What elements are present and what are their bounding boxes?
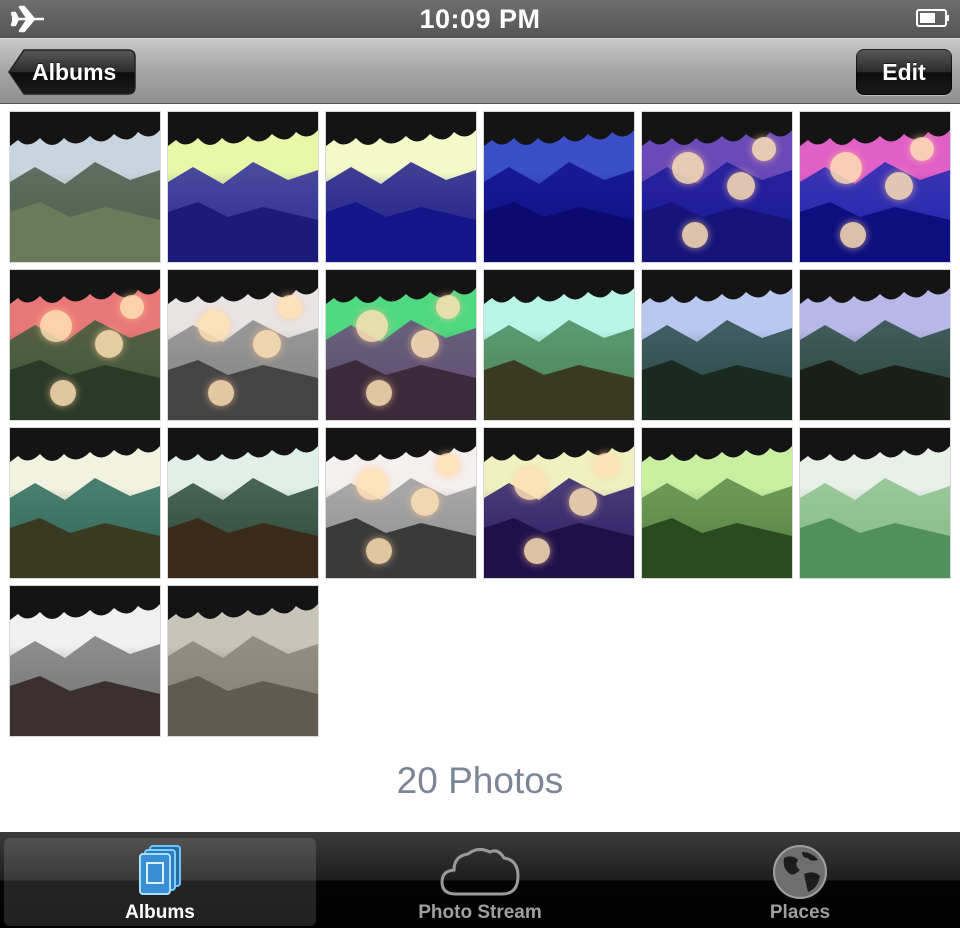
airplane-icon: [10, 5, 44, 33]
photo-thumbnail[interactable]: [168, 428, 318, 578]
battery-icon: [916, 9, 949, 27]
photo-thumbnail[interactable]: [484, 112, 634, 262]
photo-thumbnail[interactable]: [800, 270, 950, 420]
bokeh-light: [253, 330, 281, 358]
bokeh-light: [120, 295, 144, 319]
globe-icon: [773, 845, 827, 899]
tab-places[interactable]: Places: [644, 838, 956, 926]
bokeh-light: [436, 295, 460, 319]
bokeh-light: [727, 172, 755, 200]
bokeh-light: [198, 310, 230, 342]
tab-albums[interactable]: Albums: [4, 838, 316, 926]
photo-thumbnail[interactable]: [168, 270, 318, 420]
bokeh-light: [885, 172, 913, 200]
bokeh-light: [594, 453, 618, 477]
bokeh-light: [50, 380, 76, 406]
bokeh-light: [208, 380, 234, 406]
albums-icon: [139, 845, 181, 895]
photo-thumbnail[interactable]: [642, 270, 792, 420]
back-button-label: Albums: [32, 59, 117, 85]
bokeh-light: [524, 538, 550, 564]
bokeh-light: [411, 330, 439, 358]
bokeh-light: [569, 488, 597, 516]
photo-thumbnail[interactable]: [484, 428, 634, 578]
bokeh-light: [840, 222, 866, 248]
photo-thumbnail[interactable]: [484, 270, 634, 420]
photo-thumbnail[interactable]: [326, 428, 476, 578]
bokeh-light: [356, 468, 388, 500]
photo-thumbnail[interactable]: [800, 112, 950, 262]
bokeh-light: [40, 310, 72, 342]
bokeh-light: [411, 488, 439, 516]
photo-thumbnail[interactable]: [10, 270, 160, 420]
bokeh-light: [830, 152, 862, 184]
bokeh-light: [366, 538, 392, 564]
albums-back-button[interactable]: Albums: [8, 49, 136, 95]
navigation-bar: Albums Edit: [0, 38, 960, 104]
status-time: 10:09 PM: [419, 3, 541, 34]
bokeh-light: [682, 222, 708, 248]
tab-photo-stream-label: Photo Stream: [418, 902, 542, 923]
photo-thumbnail[interactable]: [10, 586, 160, 736]
photo-thumbnail[interactable]: [326, 270, 476, 420]
photo-thumbnail[interactable]: [168, 586, 318, 736]
photo-thumbnail[interactable]: [10, 112, 160, 262]
bokeh-light: [436, 453, 460, 477]
bokeh-light: [752, 137, 776, 161]
tab-places-label: Places: [769, 902, 831, 923]
photo-count: 20 Photos: [396, 760, 564, 801]
tab-photo-stream[interactable]: Photo Stream: [324, 838, 636, 926]
photo-thumbnail[interactable]: [168, 112, 318, 262]
photo-thumbnail[interactable]: [800, 428, 950, 578]
photo-thumbnail[interactable]: [642, 112, 792, 262]
edit-button[interactable]: Edit: [856, 49, 952, 95]
bokeh-light: [910, 137, 934, 161]
photo-thumbnail[interactable]: [326, 112, 476, 262]
bokeh-light: [514, 468, 546, 500]
tab-bar: Albums Photo Stream Places: [0, 832, 960, 928]
photo-thumbnail[interactable]: [10, 428, 160, 578]
bokeh-light: [672, 152, 704, 184]
bokeh-light: [356, 310, 388, 342]
tab-albums-label: Albums: [125, 902, 195, 923]
bokeh-light: [366, 380, 392, 406]
photo-thumbnail[interactable]: [642, 428, 792, 578]
bokeh-light: [278, 295, 302, 319]
bokeh-light: [95, 330, 123, 358]
status-bar: 10:09 PM: [0, 0, 960, 38]
cloud-icon: [440, 847, 520, 896]
